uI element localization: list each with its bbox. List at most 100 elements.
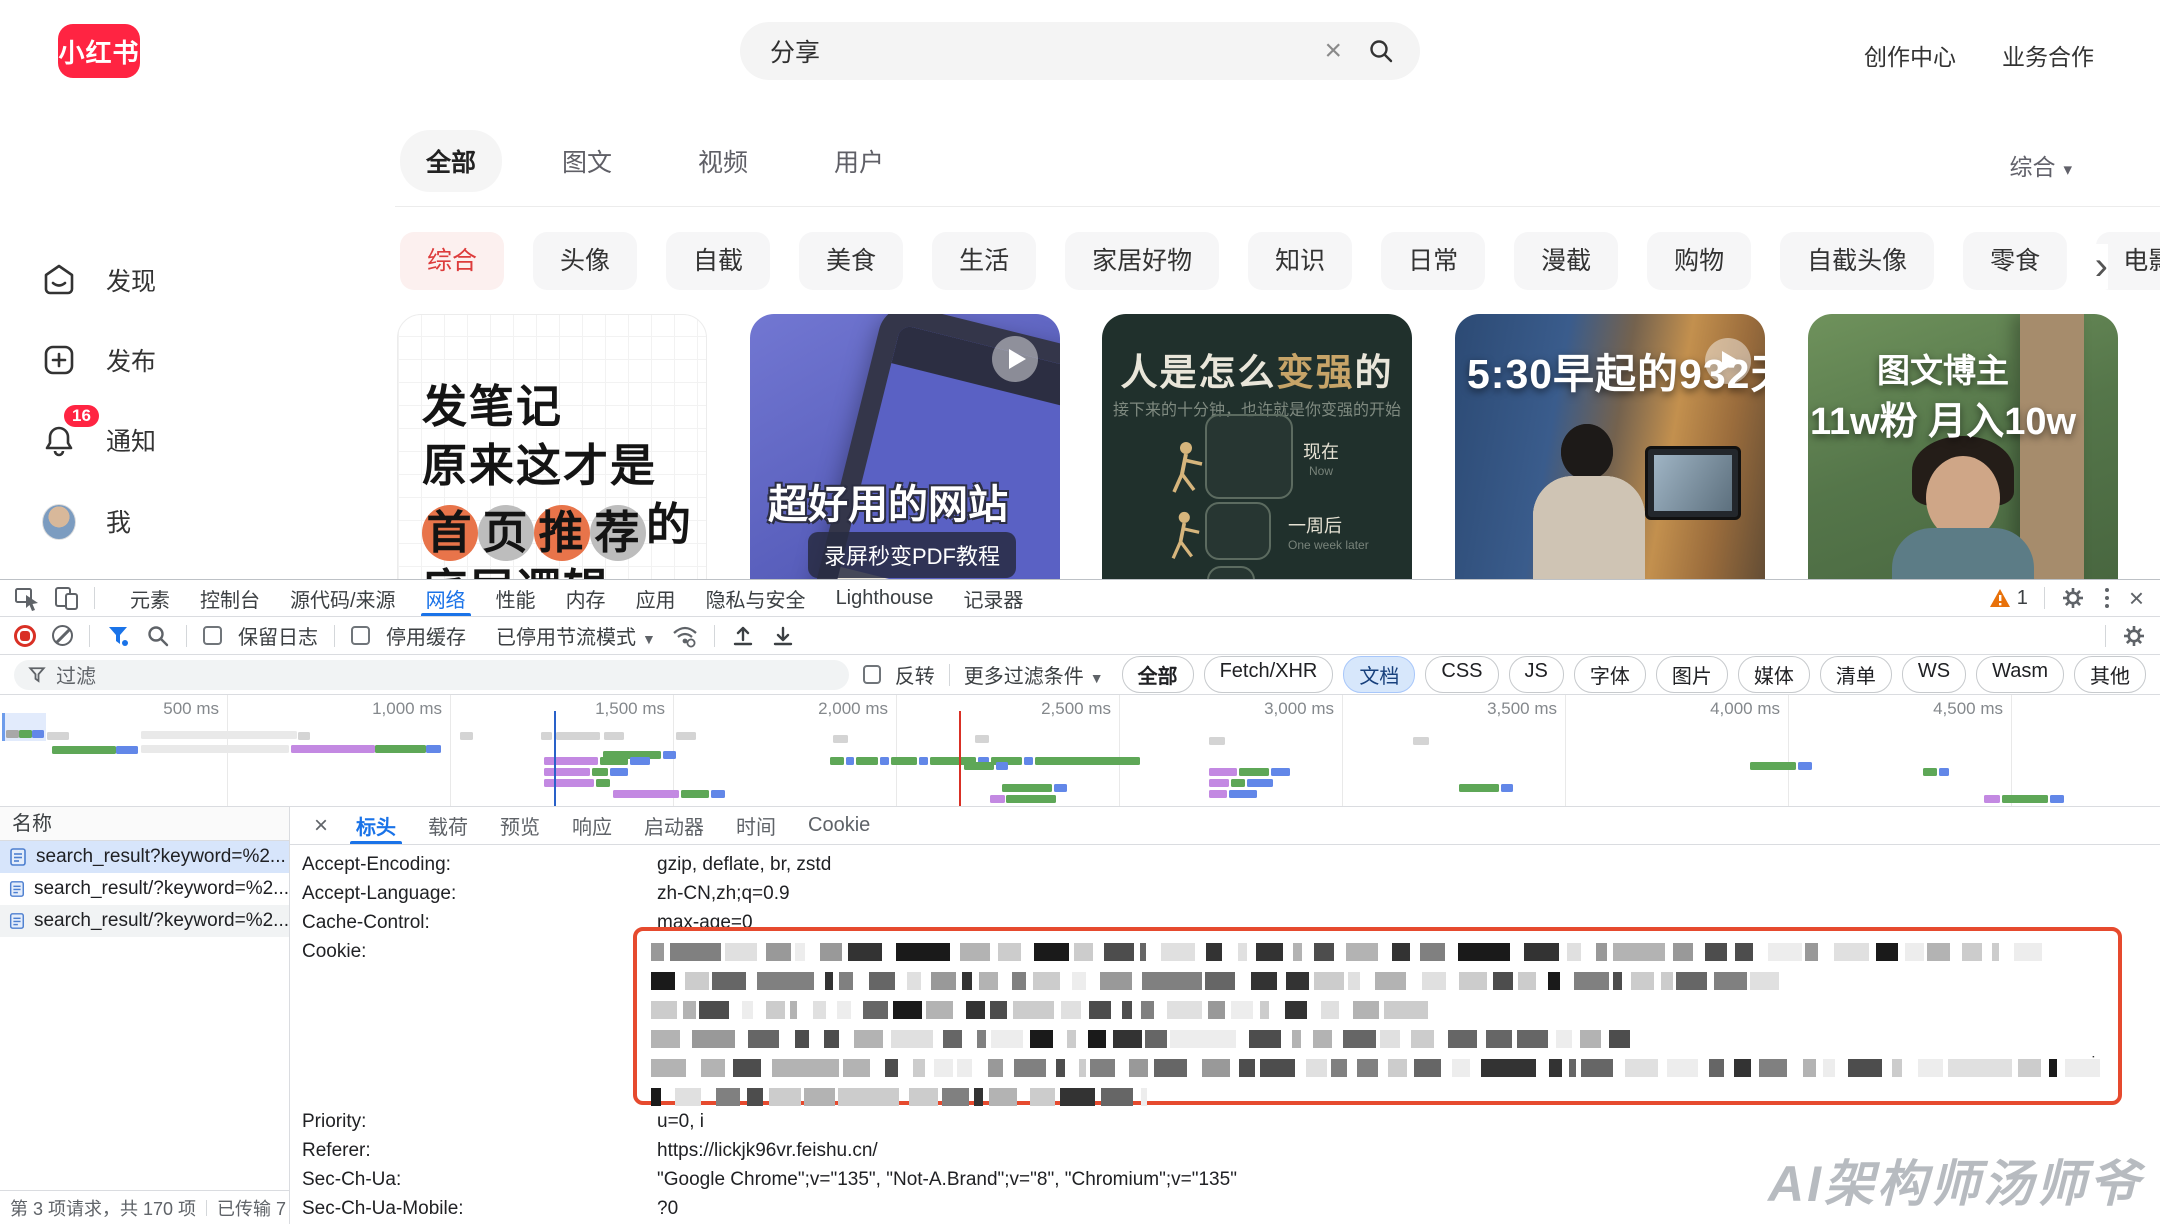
network-overview-timeline[interactable]: 500 ms1,000 ms1,500 ms2,000 ms2,500 ms3,… (0, 695, 2160, 807)
filter-pill-文档[interactable]: 文档 (1343, 656, 1415, 693)
filter-pill-Fetch/XHR[interactable]: Fetch/XHR (1204, 656, 1334, 693)
detail-tab-时间[interactable]: 时间 (722, 807, 790, 844)
device-toolbar-icon[interactable] (54, 585, 80, 611)
sort-dropdown[interactable]: 综合▾ (2009, 148, 2072, 182)
devtools-tab-性能[interactable]: 性能 (481, 580, 551, 616)
export-har-icon[interactable] (771, 624, 795, 648)
detail-tab-启动器[interactable]: 启动器 (630, 807, 718, 844)
search-icon[interactable] (1368, 38, 1394, 64)
detail-tab-预览[interactable]: 预览 (486, 807, 554, 844)
filter-pill-清单[interactable]: 清单 (1820, 656, 1892, 693)
header-value: zh-CN,zh;q=0.9 (657, 879, 790, 908)
filter-pill-媒体[interactable]: 媒体 (1738, 656, 1810, 693)
more-options-icon[interactable] (2101, 588, 2113, 608)
pills-overflow-chevron[interactable]: › (2065, 244, 2108, 289)
category-pill-自截头像[interactable]: 自截头像 (1780, 232, 1934, 290)
devtools-tab-源代码/来源[interactable]: 源代码/来源 (275, 580, 411, 616)
more-filters-dropdown[interactable]: 更多过滤条件▼ (964, 660, 1104, 689)
video-card-4[interactable]: 5:30早起的932天 (1455, 314, 1765, 579)
filter-pill-Wasm[interactable]: Wasm (1976, 656, 2064, 693)
sidebar-item-发现[interactable]: 发现 (42, 262, 156, 298)
clear-network-log-icon[interactable] (52, 625, 73, 646)
request-row[interactable]: search_result/?keyword=%2... (0, 905, 289, 937)
category-pill-综合[interactable]: 综合 (400, 232, 504, 290)
search-network-icon[interactable] (146, 624, 170, 648)
xiaohongshu-logo[interactable]: 小红书 (58, 24, 140, 78)
invert-filter-checkbox[interactable] (863, 665, 880, 684)
waterfall-bar (1413, 737, 1429, 745)
devtools-tab-应用[interactable]: 应用 (621, 580, 691, 616)
stick-figure-icon (1170, 510, 1206, 562)
network-filter-input[interactable]: 过滤 (14, 660, 849, 690)
clear-search-icon[interactable]: × (1324, 34, 1342, 68)
category-pill-美食[interactable]: 美食 (799, 232, 903, 290)
search-input[interactable]: 分享 × (740, 22, 1420, 80)
inspect-element-icon[interactable] (14, 585, 40, 611)
filter-pill-其他[interactable]: 其他 (2074, 656, 2146, 693)
close-detail-icon[interactable]: × (304, 812, 338, 840)
disable-cache-checkbox[interactable] (351, 626, 370, 645)
category-pill-购物[interactable]: 购物 (1647, 232, 1751, 290)
note-card-1[interactable]: 发笔记 原来这才是 首页推荐的 底层逻辑 (397, 314, 707, 579)
filter-pill-CSS[interactable]: CSS (1425, 656, 1498, 693)
category-pill-知识[interactable]: 知识 (1248, 232, 1352, 290)
search-value[interactable]: 分享 (770, 33, 1324, 69)
filter-pill-JS[interactable]: JS (1509, 656, 1564, 693)
network-settings-gear-icon[interactable] (2122, 624, 2146, 648)
detail-tab-载荷[interactable]: 载荷 (414, 807, 482, 844)
redacted-block (1343, 1030, 1376, 1048)
throttling-dropdown[interactable]: 已停用节流模式▼ (496, 621, 656, 650)
redacted-block (1293, 943, 1302, 961)
filter-funnel-icon[interactable] (106, 624, 130, 648)
tab-用户[interactable]: 用户 (808, 130, 910, 192)
category-pill-bar: 综合头像自截美食生活家居好物知识日常漫截购物自截头像零食电影生活好物 (400, 232, 2160, 290)
record-network-log-icon[interactable] (14, 625, 36, 647)
devtools-tab-网络[interactable]: 网络 (411, 580, 481, 616)
video-card-2[interactable]: 超好用的网站 录屏秒变PDF教程 (750, 314, 1060, 579)
devtools-tab-Lighthouse[interactable]: Lighthouse (821, 580, 949, 616)
category-pill-自截[interactable]: 自截 (666, 232, 770, 290)
devtools-tab-内存[interactable]: 内存 (551, 580, 621, 616)
filter-pill-WS[interactable]: WS (1902, 656, 1966, 693)
devtools-tab-控制台[interactable]: 控制台 (185, 580, 275, 616)
tab-图文[interactable]: 图文 (536, 130, 638, 192)
tab-视频[interactable]: 视频 (672, 130, 774, 192)
close-devtools-icon[interactable]: × (2129, 585, 2144, 611)
request-row[interactable]: search_result/?keyword=%2... (0, 873, 289, 905)
category-pill-零食[interactable]: 零食 (1963, 232, 2067, 290)
filter-pill-字体[interactable]: 字体 (1574, 656, 1646, 693)
preserve-log-checkbox[interactable] (203, 626, 222, 645)
devtools-panel: 元素控制台源代码/来源网络性能内存应用隐私与安全Lighthouse记录器 1 … (0, 579, 2160, 1224)
filter-pill-图片[interactable]: 图片 (1656, 656, 1728, 693)
filter-pill-全部[interactable]: 全部 (1122, 656, 1194, 693)
detail-tab-响应[interactable]: 响应 (558, 807, 626, 844)
import-har-icon[interactable] (731, 624, 755, 648)
network-conditions-icon[interactable] (672, 624, 698, 648)
note-card-3[interactable]: 人是怎么变强的 接下来的十分钟，也许就是你变强的开始 现在Now 一周后One … (1102, 314, 1412, 579)
settings-gear-icon[interactable] (2061, 586, 2085, 610)
category-pill-生活[interactable]: 生活 (932, 232, 1036, 290)
redacted-block (1238, 943, 1247, 961)
waterfall-bar (1209, 790, 1227, 798)
business-link[interactable]: 业务合作 (2002, 38, 2094, 72)
request-row[interactable]: search_result?keyword=%2... (0, 841, 289, 873)
issues-counter[interactable]: 1 (1989, 587, 2028, 610)
note-card-5[interactable]: 图文博主 11w粉 月入10w (1808, 314, 2118, 579)
devtools-tab-元素[interactable]: 元素 (115, 580, 185, 616)
redacted-block (1314, 972, 1344, 990)
detail-tab-Cookie[interactable]: Cookie (794, 807, 884, 844)
request-name-column-header[interactable]: 名称 (0, 807, 289, 841)
tab-全部[interactable]: 全部 (400, 130, 502, 192)
detail-tab-标头[interactable]: 标头 (342, 807, 410, 844)
devtools-tab-隐私与安全[interactable]: 隐私与安全 (691, 580, 821, 616)
waterfall-bar (975, 735, 989, 743)
devtools-tab-记录器[interactable]: 记录器 (948, 580, 1038, 616)
category-pill-日常[interactable]: 日常 (1381, 232, 1485, 290)
person-silhouette (1525, 424, 1645, 579)
category-pill-头像[interactable]: 头像 (533, 232, 637, 290)
creator-center-link[interactable]: 创作中心 (1864, 38, 1956, 72)
category-pill-漫截[interactable]: 漫截 (1514, 232, 1618, 290)
redacted-block (1834, 943, 1869, 961)
category-pill-家居好物[interactable]: 家居好物 (1065, 232, 1219, 290)
redacted-block (960, 943, 990, 961)
